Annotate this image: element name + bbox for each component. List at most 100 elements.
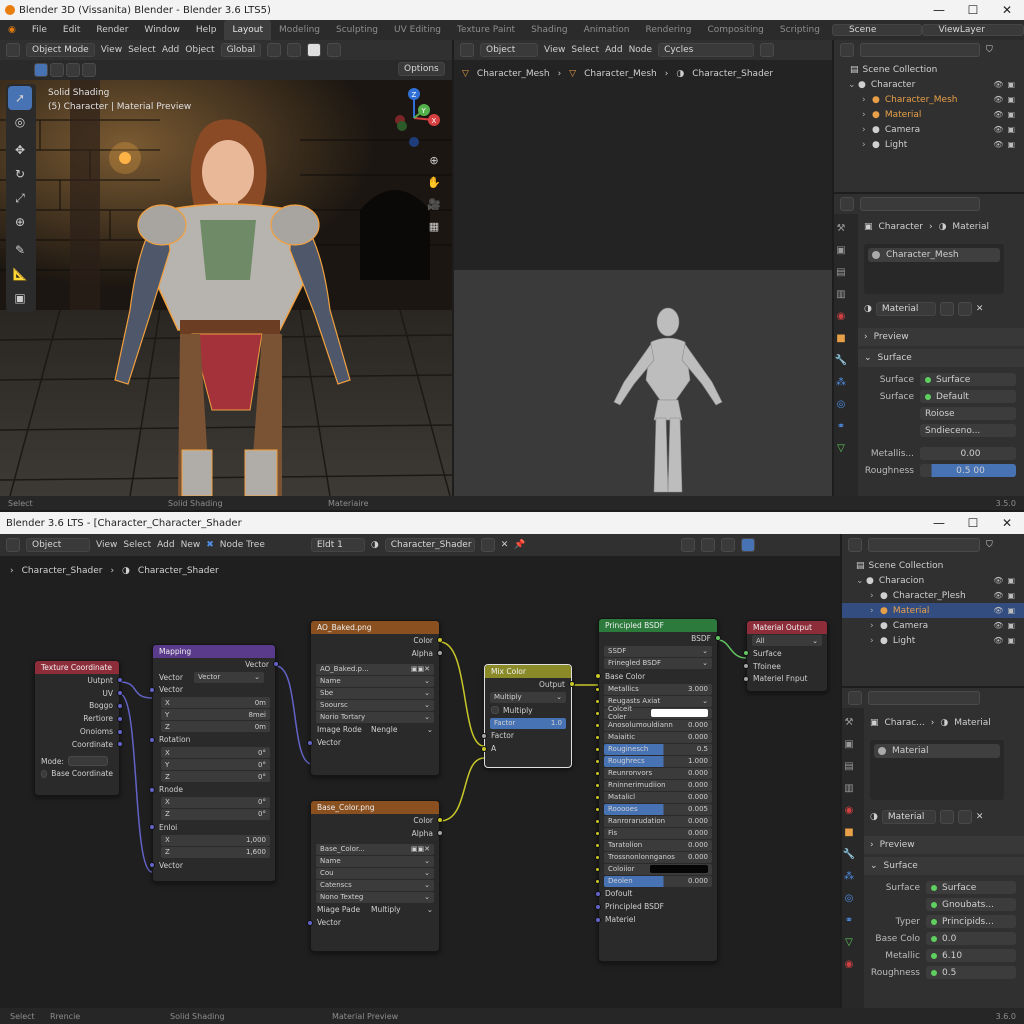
blender-menu-icon[interactable]: ◉ xyxy=(0,25,24,35)
tab-shading[interactable]: Shading xyxy=(523,25,576,35)
breadcrumb-item-2[interactable]: Character_Mesh xyxy=(584,69,657,79)
visibility-eye-icon[interactable]: 👁▣ xyxy=(993,95,1024,104)
visibility-eye-icon[interactable]: 👁▣ xyxy=(993,621,1024,630)
pan-hand-icon[interactable]: ✋ xyxy=(424,172,444,194)
mapping-scl-socket[interactable] xyxy=(149,786,155,793)
physics-tab-icon[interactable]: ◎ xyxy=(834,398,848,412)
visibility-eye-icon[interactable]: 👁▣ xyxy=(993,125,1024,134)
node-menu-add[interactable]: Add xyxy=(157,540,174,550)
bsdf-input-field[interactable]: Colceit Coler xyxy=(595,705,712,721)
snap-icon[interactable] xyxy=(267,43,282,57)
properties1-search[interactable] xyxy=(860,197,980,211)
bsdf-input-field[interactable]: Metallics 3.000 xyxy=(595,683,712,695)
bsdf-input-field[interactable]: Coloiior xyxy=(595,863,712,875)
modifier-tab-icon[interactable]: 🔧 xyxy=(834,354,848,368)
node-mode-dropdown[interactable]: Object xyxy=(26,538,90,552)
expand-chevron-icon[interactable]: ⌄ xyxy=(856,576,866,586)
view-layer-tab-icon-2[interactable]: ▥ xyxy=(842,782,856,796)
viewport-menu-add[interactable]: Add xyxy=(162,45,179,55)
outliner1-type-icon[interactable] xyxy=(840,43,854,57)
node-mapping[interactable]: Mapping Vector Vector Vector ⌄ Vector X 0m Y… xyxy=(149,644,279,882)
rotate-tool-icon[interactable]: ↻ xyxy=(8,162,32,186)
editor-type-icon[interactable] xyxy=(6,43,20,57)
mapping-field[interactable]: Z 0m xyxy=(161,721,270,733)
material-browse-icon-2[interactable]: ◑ xyxy=(371,540,379,550)
physics-tab-icon-2[interactable]: ◎ xyxy=(842,892,856,906)
bsdf-ss-dropdown[interactable]: Frinegled BSDF ⌄ xyxy=(604,657,712,669)
tool-tab-icon-2[interactable]: ⚒ xyxy=(842,716,856,730)
node-ao-image[interactable]: AO_Baked.png Color Alpha AO_Baked.p... ▣▣… xyxy=(307,620,443,776)
material-browse-icon-3[interactable]: ◑ xyxy=(870,812,878,822)
bsdf-dist-dropdown[interactable]: SSDF ⌄ xyxy=(604,645,712,657)
outliner-item[interactable]: › ● Camera 👁▣ xyxy=(842,618,1024,633)
bsdf-input-socket[interactable] xyxy=(595,746,600,752)
node-editor-canvas[interactable]: › Character_Shader › ◑ Character_Shader … xyxy=(0,556,840,1008)
view-layer-tab-icon[interactable]: ▥ xyxy=(834,288,848,302)
bsdf-input-field[interactable]: Taratolion 0.000 xyxy=(595,839,712,851)
property-field[interactable]: Default xyxy=(920,390,1016,403)
base-in-socket[interactable] xyxy=(307,919,313,926)
surface-panel-2[interactable]: ⌄ Surface xyxy=(864,857,1024,875)
property-field[interactable]: 0.5 xyxy=(926,966,1016,979)
mapping-field[interactable]: Z 1,600 xyxy=(161,846,270,858)
outliner2-type-icon[interactable] xyxy=(848,538,862,552)
mapping-field[interactable]: Z 0° xyxy=(161,771,270,783)
expand-chevron-icon[interactable]: › xyxy=(862,140,872,150)
fake-user-icon-2[interactable] xyxy=(939,810,954,824)
output-target-dropdown[interactable]: All ⌄ xyxy=(752,635,822,646)
visibility-eye-icon[interactable]: 👁▣ xyxy=(993,576,1024,585)
bsdf-input-socket[interactable] xyxy=(595,830,600,836)
property-field[interactable]: Sndieceno... xyxy=(920,424,1016,437)
menu-render[interactable]: Render xyxy=(88,25,136,35)
bsdf-input-socket[interactable] xyxy=(595,806,600,812)
viewport-menu-object[interactable]: Object xyxy=(185,45,214,55)
bsdf-input-field[interactable]: Trossnonlonnganos 0.000 xyxy=(595,851,712,863)
mapping-extra-socket[interactable] xyxy=(149,824,155,831)
bsdf-input-socket[interactable] xyxy=(595,734,600,740)
bsdf-input-socket[interactable] xyxy=(595,878,600,884)
expand-chevron-icon[interactable]: ⌄ xyxy=(848,80,858,90)
viewport-3d[interactable]: Solid Shading (5) Character | Material P… xyxy=(0,80,452,496)
select-invert-icon[interactable] xyxy=(82,63,96,77)
duplicate-icon-2[interactable] xyxy=(480,538,495,552)
property-field[interactable]: 6.10 xyxy=(926,949,1016,962)
material-name-field-2[interactable]: Character_Shader xyxy=(384,538,475,552)
surface-panel[interactable]: ⌄ Surface xyxy=(858,349,1024,367)
image-option-dropdown[interactable]: Sooursc ⌄ xyxy=(316,699,434,711)
outliner-item[interactable]: › ● Material 👁▣ xyxy=(834,107,1024,122)
close-icon[interactable]: ✕ xyxy=(990,3,1024,17)
mix-in-a-socket[interactable] xyxy=(481,745,487,752)
bsdf-input-field[interactable]: Roughrecs 1.000 xyxy=(595,755,712,767)
base-coordinate-checkbox[interactable] xyxy=(41,769,48,778)
select-box-icon[interactable] xyxy=(34,63,48,77)
select-subtract-icon[interactable] xyxy=(66,63,80,77)
expand-chevron-icon[interactable]: › xyxy=(870,621,880,631)
node-base-color-image[interactable]: Base_Color.png Color Alpha Base_Color...… xyxy=(307,800,443,952)
output-tab-icon[interactable]: ▤ xyxy=(834,266,848,280)
menu-edit[interactable]: Edit xyxy=(55,25,88,35)
mapping-type-dropdown[interactable]: Vector ⌄ xyxy=(194,671,264,683)
outliner2-search[interactable] xyxy=(868,538,980,552)
shader-menu-node[interactable]: Node xyxy=(629,45,653,55)
mix-blend-dropdown[interactable]: Multiply ⌄ xyxy=(490,691,566,703)
mix-in-factor-socket[interactable] xyxy=(481,732,487,739)
node-material-output[interactable]: Material Output All ⌄ Surface Tfoinee Mater… xyxy=(743,620,828,692)
constraints-tab-icon[interactable]: ⚭ xyxy=(834,420,848,434)
scene-tab-icon[interactable]: ◉ xyxy=(834,310,848,324)
color-swatch-white[interactable] xyxy=(651,709,708,718)
base-image-field[interactable]: Base_Color... ▣▣✕ xyxy=(316,843,434,855)
color-swatch-black[interactable] xyxy=(650,865,708,874)
data-tab-icon[interactable]: ▽ xyxy=(834,442,848,456)
mapping-field[interactable]: Y 8mei xyxy=(161,709,270,721)
bsdf-input-field[interactable]: Rninnerimudiion 0.000 xyxy=(595,779,712,791)
bsdf-input-field[interactable]: Rooooes 0.005 xyxy=(595,803,712,815)
image-option-dropdown[interactable]: Norio Tortary ⌄ xyxy=(316,711,434,723)
outliner-item[interactable]: ⌄ ● Characion 👁▣ xyxy=(842,573,1024,588)
properties2-search[interactable] xyxy=(868,691,980,705)
metallic-field[interactable]: 0.00 xyxy=(920,447,1016,460)
visibility-eye-icon[interactable]: 👁▣ xyxy=(993,591,1024,600)
help-icon[interactable] xyxy=(681,538,696,552)
annotate-tool-icon[interactable]: ✎ xyxy=(8,238,32,262)
bsdf-input-socket[interactable] xyxy=(595,698,600,704)
unlink-icon-3[interactable]: ✕ xyxy=(976,812,984,822)
